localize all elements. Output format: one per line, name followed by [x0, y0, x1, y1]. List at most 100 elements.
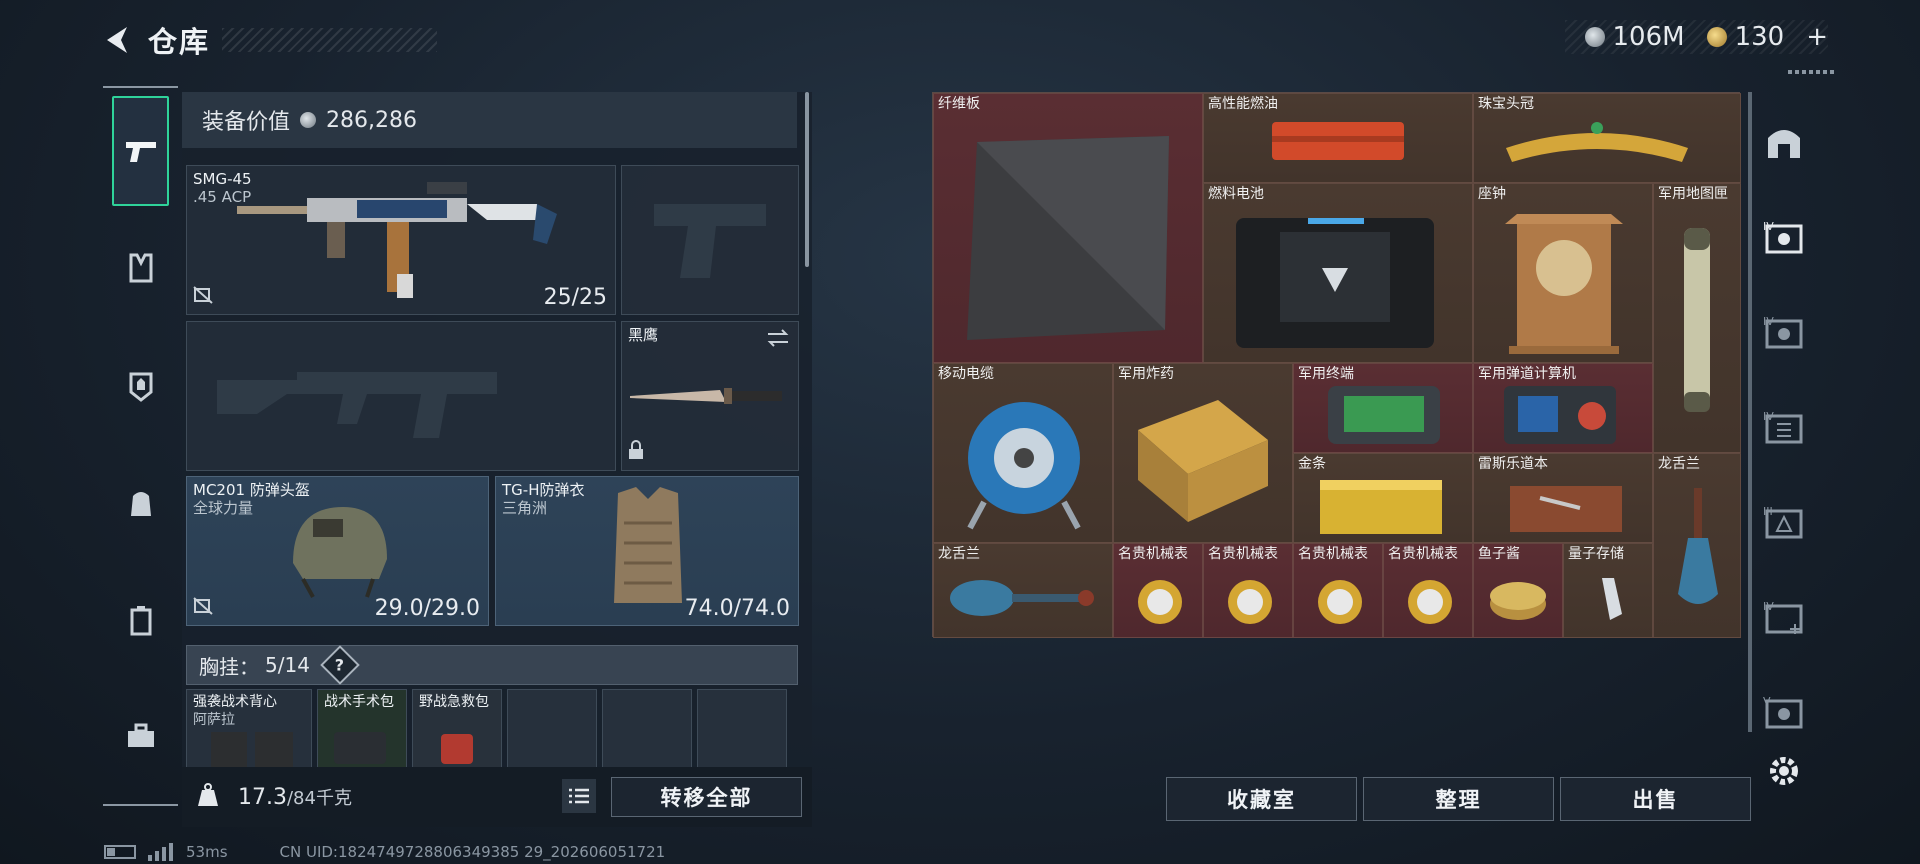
storage-item[interactable]: 名贵机械表: [1293, 543, 1383, 638]
rail-tab-home[interactable]: [1752, 96, 1816, 186]
rail-item-vest[interactable]: [103, 228, 178, 308]
storage-item[interactable]: 移动电缆: [933, 363, 1113, 543]
item-name: 移动电缆: [938, 366, 994, 382]
storage-item[interactable]: 名贵机械表: [1203, 543, 1293, 638]
storage-item[interactable]: 座钟: [1473, 183, 1653, 363]
chest-rig-bar: 胸挂： 5/14 ?: [186, 645, 798, 685]
item-name: 鱼子酱: [1478, 546, 1520, 562]
help-icon[interactable]: ?: [320, 645, 360, 685]
rail-item-case[interactable]: [103, 580, 178, 660]
storage-item[interactable]: 纤维板: [933, 93, 1203, 363]
rail-item-armor[interactable]: [103, 346, 178, 426]
item-name: 名贵机械表: [1118, 546, 1188, 562]
storage-item[interactable]: 龙舌兰: [1653, 453, 1741, 638]
storage-item[interactable]: 名贵机械表: [1113, 543, 1203, 638]
equipment-panel: 装备价值 286,286 SMG-45 .45 ACP 25/25 黑鹰 MC2…: [182, 92, 812, 827]
item-name: 名贵机械表: [1388, 546, 1458, 562]
helmet-image: [293, 507, 387, 598]
base-icon: [1768, 130, 1800, 158]
gold-coin-icon: [1706, 27, 1727, 47]
carry-weight-max: /84千克: [286, 788, 352, 809]
vest-image: [211, 732, 293, 768]
item-name: 燃料电池: [1208, 186, 1264, 202]
watch-image: [1408, 580, 1452, 624]
svg-text:V: V: [1763, 695, 1771, 708]
back-arrow-icon[interactable]: [100, 22, 136, 58]
secondary-weapon-slot[interactable]: [186, 321, 616, 471]
smg-image: [237, 182, 557, 298]
item-name: 雷斯乐道本: [1478, 456, 1548, 472]
storage-item[interactable]: 名贵机械表: [1383, 543, 1473, 638]
vest-icon: [129, 253, 152, 283]
rail-item-toolbox[interactable]: [103, 696, 178, 776]
item-name: 座钟: [1478, 186, 1506, 202]
chest-rig-count: 5/14: [265, 653, 310, 677]
equipment-scrollbar[interactable]: [805, 92, 809, 267]
chest-slot-5[interactable]: [602, 689, 692, 769]
storage-item[interactable]: 量子存储: [1563, 543, 1653, 638]
watch-image: [1228, 580, 1272, 624]
title-decoration: [222, 28, 438, 52]
case-icon: [130, 606, 151, 636]
explosive-case-image: [1138, 400, 1268, 522]
helmet-slot[interactable]: MC201 防弹头盔 全球力量 29.0/29.0: [186, 476, 489, 626]
primary-weapon-slot[interactable]: SMG-45 .45 ACP 25/25: [186, 165, 616, 315]
storage-item[interactable]: 高性能燃油: [1203, 93, 1473, 183]
weapon-ammo-count: 25/25: [543, 285, 607, 310]
rail-tab-tier-4[interactable]: IV: [1752, 192, 1816, 282]
settings-button[interactable]: [1752, 736, 1816, 806]
sell-button[interactable]: 出售: [1560, 777, 1751, 821]
item-name: 量子存储: [1568, 546, 1624, 562]
list-icon: [569, 788, 589, 804]
rail-item-weapons[interactable]: [112, 96, 169, 206]
signal-icon: [148, 843, 173, 861]
header: 仓库: [100, 18, 438, 62]
melee-slot[interactable]: 黑鹰: [621, 321, 799, 471]
collection-room-button[interactable]: 收藏室: [1166, 777, 1357, 821]
list-view-button[interactable]: [562, 779, 596, 813]
storage-item[interactable]: 军用弹道计算机: [1473, 363, 1653, 453]
chest-item-name: 野战急救包: [419, 694, 489, 710]
tequila-bottle-image: [1678, 488, 1718, 604]
fuel-case-image: [1272, 122, 1404, 160]
armor-image: [614, 487, 682, 603]
help-glyph: ?: [335, 655, 345, 675]
chest-slot-4[interactable]: [507, 689, 597, 769]
rail-tab-tier-4b[interactable]: IV: [1752, 287, 1816, 377]
sort-button[interactable]: 整理: [1363, 777, 1554, 821]
user-uid: CN UID:1824749728806349385 29_2026060517…: [279, 843, 666, 861]
rail-tab-tier-3[interactable]: III: [1752, 477, 1816, 567]
swap-icon[interactable]: [766, 328, 790, 352]
rail-tab-tier-4c[interactable]: IV: [1752, 382, 1816, 472]
chest-slot-6[interactable]: [697, 689, 787, 769]
ping-value: 53ms: [186, 843, 228, 861]
item-name: 珠宝头冠: [1478, 96, 1534, 112]
storage-item[interactable]: 龙舌兰: [933, 543, 1113, 638]
storage-item[interactable]: 珠宝头冠: [1473, 93, 1741, 183]
chest-slot-3[interactable]: 野战急救包: [412, 689, 502, 769]
storage-item[interactable]: 军用地图匣: [1653, 183, 1741, 453]
storage-item[interactable]: 金条: [1293, 453, 1473, 543]
carry-weight-value: 17.3: [238, 785, 287, 810]
svg-text:IV: IV: [1763, 410, 1774, 423]
rail-item-backpack[interactable]: [103, 463, 178, 543]
chest-slot-1[interactable]: 强袭战术背心 阿萨拉: [186, 689, 312, 769]
svg-text:IV: IV: [1763, 600, 1774, 613]
storage-item[interactable]: 雷斯乐道本: [1473, 453, 1653, 543]
currency-bar: 106M 130 +: [1564, 20, 1828, 54]
item-name: 军用终端: [1298, 366, 1354, 382]
item-name: 龙舌兰: [938, 546, 980, 562]
pistol-slot[interactable]: [621, 165, 799, 315]
transfer-all-button[interactable]: 转移全部: [611, 777, 802, 817]
storage-item[interactable]: 军用炸药: [1113, 363, 1293, 543]
ballistic-computer-image: [1504, 386, 1616, 444]
chest-slot-2[interactable]: 战术手术包: [317, 689, 407, 769]
armor-slot[interactable]: TG-H防弹衣 三角洲 74.0/74.0: [495, 476, 799, 626]
pistol-icon: [125, 142, 156, 162]
add-currency-button[interactable]: +: [1806, 22, 1828, 52]
rail-tab-tier-4-plus[interactable]: IV: [1752, 572, 1816, 662]
storage-item[interactable]: 鱼子酱: [1473, 543, 1563, 638]
storage-item[interactable]: 燃料电池: [1203, 183, 1473, 363]
no-insure-icon: [193, 597, 213, 619]
storage-item[interactable]: 军用终端: [1293, 363, 1473, 453]
